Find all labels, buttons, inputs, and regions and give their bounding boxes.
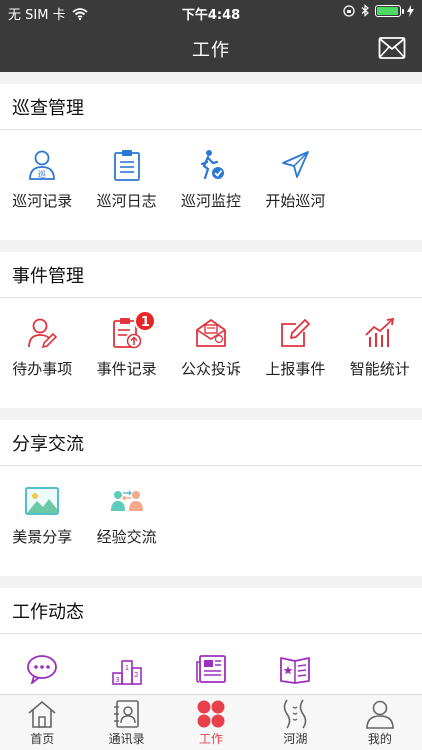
envelope-complaint-icon: [196, 319, 226, 347]
experience-exchange-item[interactable]: 经验交流: [84, 484, 168, 564]
navigation-arrow-icon: [282, 151, 310, 178]
item-label: 开始巡河: [265, 192, 326, 210]
section-share-exchange: 分享交流 美景分享 经验交流: [0, 420, 422, 576]
public-complaint-item[interactable]: 公众投诉: [169, 316, 253, 396]
work-content[interactable]: 巡查管理 巡 巡河记录 巡河日志 巡河监控 开始巡河 事件管理 待办事项 1 事…: [0, 72, 422, 694]
section-work-dynamics: 工作动态 3 1 2: [0, 588, 422, 694]
tab-label: 首页: [30, 732, 55, 746]
tab-label: 工作: [199, 732, 224, 746]
section-title: 分享交流: [0, 420, 422, 466]
scenery-share-item[interactable]: 美景分享: [0, 484, 84, 564]
tab-profile[interactable]: 我的: [338, 695, 422, 750]
tab-label: 河湖: [283, 732, 308, 746]
edit-square-icon: [281, 319, 311, 347]
walking-person-check-icon: [200, 150, 224, 180]
tab-bar: 首页 通讯录 工作 河湖 我的: [0, 694, 422, 750]
tab-label: 通讯录: [108, 732, 145, 746]
event-record-item[interactable]: 1 事件记录: [84, 310, 168, 396]
profile-icon: [366, 700, 394, 729]
star-book-icon: [280, 657, 311, 684]
section-event-management: 事件管理 待办事项 1 事件记录 公众投诉 上报事件 智能统计: [0, 252, 422, 408]
item-label: 待办事项: [12, 360, 73, 378]
item-label: 巡河监控: [180, 192, 241, 210]
river-icon: [284, 699, 307, 729]
item-label: 巡河日志: [96, 192, 157, 210]
bar-chart-trend-icon: [365, 317, 394, 347]
patrol-monitor-item[interactable]: 巡河监控: [169, 148, 253, 228]
start-patrol-item[interactable]: 开始巡河: [253, 148, 337, 228]
notification-badge: 1: [134, 310, 157, 332]
dynamics-book-item[interactable]: [253, 652, 337, 694]
patrol-record-item[interactable]: 巡 巡河记录: [0, 148, 84, 228]
home-icon: [28, 700, 56, 728]
podium-ranking-icon: 3 1 2: [111, 660, 142, 685]
section-title: 事件管理: [0, 252, 422, 298]
item-label: 公众投诉: [180, 360, 241, 378]
svg-text:巡: 巡: [38, 169, 46, 179]
person-edit-icon: [28, 318, 58, 349]
tab-work[interactable]: 工作: [169, 695, 253, 750]
landscape-picture-icon: [25, 487, 60, 515]
people-exchange-icon: [110, 490, 143, 511]
section-title: 工作动态: [0, 588, 422, 634]
dynamics-news-item[interactable]: [169, 652, 253, 694]
mail-icon[interactable]: [378, 35, 406, 61]
item-label: 上报事件: [265, 360, 326, 378]
chat-bubble-icon: [27, 655, 58, 684]
item-label: 美景分享: [12, 528, 73, 546]
report-event-item[interactable]: 上报事件: [253, 316, 337, 396]
battery-level: [377, 6, 398, 15]
status-bar: 无 SIM 卡 下午4:48: [0, 0, 422, 24]
battery-indicator: [375, 4, 404, 17]
item-label: 事件记录: [96, 360, 157, 378]
work-grid-icon: [197, 700, 225, 728]
smart-statistics-item[interactable]: 智能统计: [338, 316, 422, 396]
dynamics-ranking-item[interactable]: 3 1 2: [84, 652, 168, 694]
navigation-bar: 工作: [0, 24, 422, 72]
bluetooth-icon: [361, 4, 369, 17]
section-title: 巡查管理: [0, 84, 422, 130]
svg-text:1: 1: [124, 664, 128, 672]
patrol-person-icon: 巡: [29, 150, 56, 180]
todo-item[interactable]: 待办事项: [0, 316, 84, 396]
contacts-icon: [113, 700, 139, 728]
page-title: 工作: [192, 40, 230, 61]
patrol-log-item[interactable]: 巡河日志: [84, 148, 168, 228]
section-patrol-management: 巡查管理 巡 巡河记录 巡河日志 巡河监控 开始巡河: [0, 84, 422, 240]
svg-text:2: 2: [134, 671, 138, 679]
charging-icon: [407, 4, 414, 17]
item-label: 巡河记录: [12, 192, 73, 210]
tab-contacts[interactable]: 通讯录: [84, 695, 168, 750]
item-label: 经验交流: [96, 528, 157, 546]
item-label: 智能统计: [349, 360, 410, 378]
clipboard-log-icon: [113, 150, 140, 181]
newspaper-icon: [196, 655, 226, 683]
tab-river[interactable]: 河湖: [253, 695, 337, 750]
dynamics-chat-item[interactable]: [0, 652, 84, 694]
rotation-lock-icon: [343, 4, 355, 17]
tab-home[interactable]: 首页: [0, 695, 84, 750]
tab-label: 我的: [367, 732, 392, 746]
svg-text:3: 3: [115, 676, 119, 684]
